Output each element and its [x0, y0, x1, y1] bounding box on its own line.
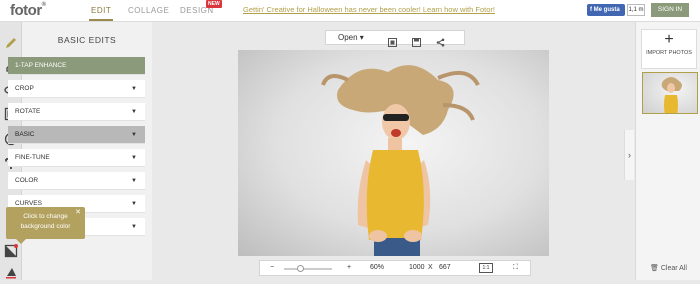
image-width: 1000 — [409, 264, 425, 271]
caret-down-icon: ▼ — [131, 132, 137, 138]
color-item[interactable]: COLOR ▼ — [8, 172, 145, 190]
fullscreen-icon[interactable]: ⛶ — [513, 264, 518, 272]
canvas-toolbar: Open ▾ — [325, 30, 465, 47]
photo-canvas[interactable] — [238, 50, 549, 256]
tab-edit[interactable]: EDIT — [88, 6, 114, 21]
plus-icon: + — [664, 31, 674, 48]
zoom-slider-thumb[interactable] — [296, 265, 304, 272]
pencil-icon[interactable] — [4, 36, 18, 50]
zoom-percent: 60% — [370, 264, 385, 271]
share-icon[interactable] — [436, 34, 445, 47]
open-button[interactable]: Open ▾ — [338, 33, 364, 42]
zoom-in-icon[interactable]: + — [347, 264, 351, 271]
clear-all-button[interactable]: 🗑 Clear All — [650, 264, 687, 272]
zoom-slider-track[interactable] — [284, 268, 332, 270]
save-icon[interactable] — [412, 34, 421, 47]
tab-collage[interactable]: COLLAGE — [128, 6, 169, 15]
crop-item[interactable]: CROP ▼ — [8, 80, 145, 98]
facebook-like-count: 1,1 m — [627, 4, 645, 16]
photo-thumbnail[interactable] — [642, 72, 698, 114]
trash-icon: 🗑 — [650, 265, 659, 272]
rotate-item[interactable]: ROTATE ▼ — [8, 103, 145, 121]
chevron-right-icon[interactable]: › — [624, 130, 634, 180]
caret-down-icon: ▼ — [131, 155, 137, 161]
caret-down-icon: ▼ — [131, 201, 137, 207]
compare-icon[interactable] — [388, 34, 397, 47]
actual-size-button[interactable]: 1:1 — [479, 263, 493, 273]
caret-down-icon: ▼ — [131, 224, 137, 230]
paint-bucket-icon[interactable] — [4, 265, 18, 279]
panel-title: BASIC EDITS — [57, 35, 117, 45]
sign-in-button[interactable]: SIGN IN — [651, 3, 689, 17]
one-tap-enhance-button[interactable]: 1-TAP ENHANCE — [8, 57, 145, 75]
caret-down-icon: ▼ — [131, 178, 137, 184]
promo-link[interactable]: Gettin' Creative for Halloween has never… — [243, 5, 495, 14]
basic-item[interactable]: BASIC ▼ — [8, 126, 145, 144]
import-photos-button[interactable]: + IMPORT PHOTOS — [641, 29, 697, 69]
caret-down-icon: ▼ — [131, 109, 137, 115]
background-color-icon[interactable] — [4, 244, 18, 258]
background-color-tooltip: ✕ Click to change background color — [6, 207, 85, 244]
fine-tune-item[interactable]: FINE-TUNE ▼ — [8, 149, 145, 167]
facebook-like-button[interactable]: f Me gusta — [587, 4, 625, 16]
new-badge: NEW — [206, 0, 222, 8]
dimension-separator: X — [428, 264, 433, 271]
zoom-out-icon[interactable]: − — [270, 264, 274, 271]
thumbnail-image — [661, 77, 682, 113]
top-bar: fotor® EDIT COLLAGE DESIGN NEW Gettin' C… — [0, 0, 700, 22]
fotor-logo[interactable]: fotor® — [10, 2, 46, 19]
caret-down-icon: ▼ — [131, 86, 137, 92]
close-icon[interactable]: ✕ — [75, 208, 81, 218]
zoom-bar: − + 60% 1000 X 667 1:1 ⛶ — [259, 260, 531, 276]
image-height: 667 — [439, 264, 451, 271]
woman-photo — [321, 65, 480, 256]
